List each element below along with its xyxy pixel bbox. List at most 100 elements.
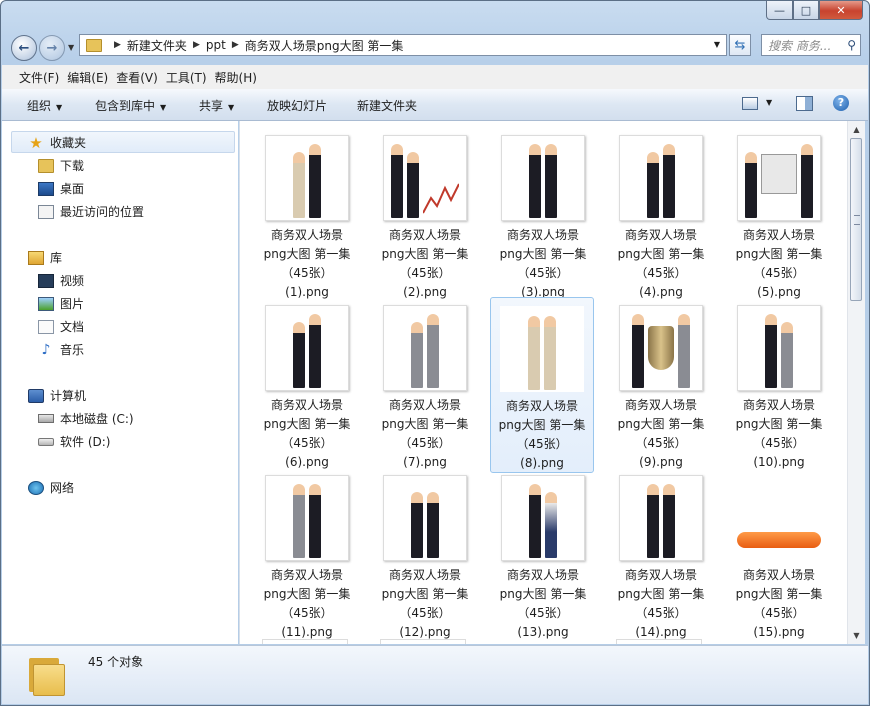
vertical-scrollbar[interactable]: ▲ ▼ <box>847 121 865 644</box>
file-item[interactable]: 商务双人场景 png大图 第一集 （45张） (13).png <box>491 469 595 641</box>
organize-button[interactable]: 组织 ▼ <box>27 97 62 114</box>
file-item[interactable]: 商务双人场景 png大图 第一集 （45张） (6).png <box>255 299 359 471</box>
file-name-line: 商务双人场景 <box>270 568 343 582</box>
star-icon: ★ <box>29 133 43 152</box>
breadcrumb-item[interactable]: ppt <box>206 38 226 52</box>
drive-icon <box>38 437 54 446</box>
file-name-line: 商务双人场景 <box>388 398 461 412</box>
address-bar[interactable]: ▶ 新建文件夹 ▶ ppt ▶ 商务双人场景png大图 第一集 ▼ <box>79 34 727 56</box>
arrow-right-icon: → <box>46 40 58 56</box>
arrow-left-icon: ← <box>18 40 30 56</box>
nav-libraries[interactable]: 库 <box>28 249 62 266</box>
breadcrumb-item[interactable]: 商务双人场景png大图 第一集 <box>245 37 404 54</box>
menu-view[interactable]: 查看(V) <box>116 69 166 86</box>
menu-edit[interactable]: 编辑(E) <box>67 69 116 86</box>
nav-documents[interactable]: 文档 <box>38 318 84 335</box>
file-item[interactable]: 商务双人场景 png大图 第一集 （45张） (14).png <box>609 469 713 641</box>
slideshow-button[interactable]: 放映幻灯片 <box>267 97 327 114</box>
preview-pane-icon[interactable] <box>796 96 813 111</box>
video-library-icon <box>38 273 54 288</box>
scrollbar-thumb[interactable] <box>850 138 862 301</box>
file-item[interactable]: 商务双人场景 png大图 第一集 （45张） (15).png <box>727 469 831 641</box>
minimize-button[interactable]: — <box>766 1 793 20</box>
file-item-selected[interactable]: 商务双人场景 png大图 第一集 （45张） (8).png <box>490 297 594 473</box>
nav-drive-d[interactable]: 软件 (D:) <box>38 433 110 450</box>
file-item[interactable]: 商务双人场景 png大图 第一集 （45张） (3).png <box>491 129 595 301</box>
change-view-icon[interactable] <box>742 97 758 110</box>
file-name-line: 商务双人场景 <box>505 399 578 413</box>
file-item[interactable]: 商务双人场景 png大图 第一集 （45张） (12).png <box>373 469 477 641</box>
scroll-down-arrow-icon[interactable]: ▼ <box>848 627 865 644</box>
image-thumbnail <box>501 475 585 561</box>
maximize-button[interactable]: □ <box>793 1 819 20</box>
nav-label: 收藏夹 <box>50 136 87 150</box>
refresh-button[interactable]: ⇆ <box>729 34 751 56</box>
nav-videos[interactable]: 视频 <box>38 272 84 289</box>
file-item[interactable]: 商务双人场景 png大图 第一集 （45张） (5).png <box>727 129 831 301</box>
grip-icon <box>854 215 860 225</box>
file-name-line: png大图 第一集 <box>263 417 351 431</box>
nav-label: 计算机 <box>50 389 87 403</box>
file-name-line: （45张） <box>635 266 687 280</box>
file-item[interactable]: 商务双人场景 png大图 第一集 （45张） (10).png <box>727 299 831 471</box>
search-input[interactable]: 搜索 商务... ⚲ <box>761 34 861 56</box>
chevron-right-icon: ▶ <box>231 40 239 50</box>
forward-button[interactable]: → <box>39 35 65 61</box>
nav-computer[interactable]: 计算机 <box>28 387 86 404</box>
file-name-line: (15).png <box>753 625 805 639</box>
menu-tools[interactable]: 工具(T) <box>166 69 215 86</box>
nav-favorites[interactable]: ★ 收藏夹 <box>28 134 86 151</box>
file-name-line: png大图 第一集 <box>499 587 587 601</box>
include-in-library-button[interactable]: 包含到库中 ▼ <box>95 97 166 114</box>
share-button[interactable]: 共享 ▼ <box>199 97 234 114</box>
nav-pictures[interactable]: 图片 <box>38 295 84 312</box>
file-item[interactable]: 商务双人场景 png大图 第一集 （45张） (9).png <box>609 299 713 471</box>
image-thumbnail <box>737 525 821 561</box>
address-dropdown-icon[interactable]: ▼ <box>714 40 720 49</box>
file-name-line: 商务双人场景 <box>506 568 579 582</box>
scroll-up-arrow-icon[interactable]: ▲ <box>848 121 865 138</box>
file-name-line: (13).png <box>517 625 569 639</box>
file-name-line: png大图 第一集 <box>263 247 351 261</box>
back-button[interactable]: ← <box>11 35 37 61</box>
nav-music[interactable]: ♪ 音乐 <box>38 341 84 358</box>
menu-help[interactable]: 帮助(H) <box>215 69 265 86</box>
nav-label: 软件 (D:) <box>60 435 111 449</box>
help-icon[interactable]: ? <box>833 95 849 111</box>
nav-label: 最近访问的位置 <box>60 205 145 219</box>
recent-places-icon <box>38 204 54 219</box>
file-name-line: （45张） <box>753 266 805 280</box>
file-name-line: png大图 第一集 <box>498 418 586 432</box>
image-thumbnail <box>265 475 349 561</box>
documents-library-icon <box>38 319 54 334</box>
folder-icon <box>29 654 65 696</box>
file-name-line: （45张） <box>281 606 333 620</box>
nav-network[interactable]: 网络 <box>28 479 74 496</box>
breadcrumb-item[interactable]: 新建文件夹 <box>127 37 187 54</box>
image-thumbnail <box>500 306 584 392</box>
file-item[interactable]: 商务双人场景 png大图 第一集 （45张） (2).png <box>373 129 477 301</box>
nav-recent[interactable]: 最近访问的位置 <box>38 203 144 220</box>
item-count: 45 个对象 <box>88 655 144 669</box>
new-folder-button[interactable]: 新建文件夹 <box>357 97 417 114</box>
file-name-line: （45张） <box>635 606 687 620</box>
nav-desktop[interactable]: 桌面 <box>38 180 84 197</box>
command-bar: 组织 ▼ 包含到库中 ▼ 共享 ▼ 放映幻灯片 新建文件夹 ▼ ? <box>2 89 868 121</box>
search-icon[interactable]: ⚲ <box>847 38 856 52</box>
nav-downloads[interactable]: 下载 <box>38 157 84 174</box>
image-thumbnail <box>619 305 703 391</box>
close-button[interactable]: ✕ <box>819 1 863 20</box>
file-item[interactable]: 商务双人场景 png大图 第一集 （45张） (7).png <box>373 299 477 471</box>
view-options-dropdown[interactable]: ▼ <box>766 98 772 107</box>
nav-drive-c[interactable]: 本地磁盘 (C:) <box>38 410 134 427</box>
file-item[interactable]: 商务双人场景 png大图 第一集 （45张） (4).png <box>609 129 713 301</box>
file-name-line: png大图 第一集 <box>381 587 469 601</box>
menu-file[interactable]: 文件(F) <box>2 69 67 86</box>
system-drive-icon <box>38 414 54 423</box>
computer-icon <box>28 388 44 403</box>
file-item[interactable]: 商务双人场景 png大图 第一集 （45张） (11).png <box>255 469 359 641</box>
file-item[interactable]: 商务双人场景 png大图 第一集 （45张） (1).png <box>255 129 359 301</box>
nav-label: 文档 <box>60 320 85 334</box>
partial-thumbnail <box>380 639 466 644</box>
recent-pages-dropdown[interactable]: ▼ <box>68 43 74 52</box>
